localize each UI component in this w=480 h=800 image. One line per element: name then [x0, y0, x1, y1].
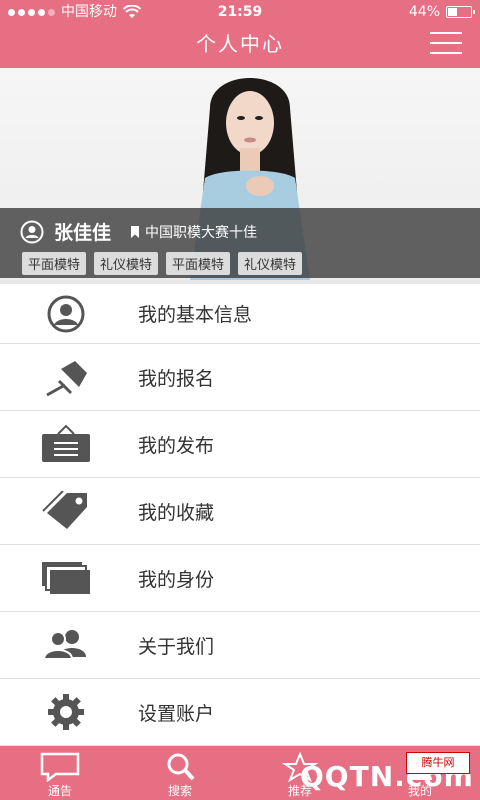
bookmark-icon	[131, 225, 140, 238]
page-title: 个人中心	[196, 32, 284, 56]
people-icon	[40, 625, 92, 665]
watermark-logo: 腾牛网	[406, 752, 470, 774]
menu-item-basic-info[interactable]: 我的基本信息	[0, 280, 480, 344]
battery-percent: 44%	[408, 4, 440, 20]
tag: 平面模特	[166, 252, 231, 275]
header-bar: 中国移动 21:59 44% 个人中心	[0, 0, 480, 68]
tag-icon	[40, 491, 92, 531]
tab-notices[interactable]: 通告	[0, 746, 120, 800]
menu-item-label: 我的基本信息	[138, 304, 253, 326]
menu-item-label: 我的发布	[138, 434, 215, 457]
user-honor: 中国职模大赛十佳	[145, 224, 258, 241]
menu-item-favorites[interactable]: 我的收藏	[0, 478, 480, 545]
user-circle-icon	[40, 294, 92, 334]
status-right: 44%	[408, 0, 475, 24]
hamburger-menu-button[interactable]	[430, 32, 462, 56]
menu-item-identity[interactable]: 我的身份	[0, 545, 480, 612]
menu-list: 我的基本信息 我的报名 我的发布 我的收藏 我的身份 关于我们 设置账户	[0, 280, 480, 746]
pin-icon	[40, 357, 92, 397]
menu-item-label: 关于我们	[138, 635, 215, 658]
menu-item-label: 我的报名	[138, 367, 215, 390]
tag: 平面模特	[22, 252, 87, 275]
user-tags: 平面模特 礼仪模特 平面模特 礼仪模特	[22, 252, 303, 275]
user-circle-icon	[20, 220, 44, 243]
menu-item-account-settings[interactable]: 设置账户	[0, 679, 480, 746]
battery-icon	[446, 6, 475, 18]
user-name: 张佳佳	[54, 222, 112, 244]
menu-item-label: 设置账户	[138, 702, 215, 725]
menu-item-about-us[interactable]: 关于我们	[0, 612, 480, 679]
profile-hero: 张佳佳 中国职模大赛十佳 平面模特 礼仪模特 平面模特 礼仪模特	[0, 68, 480, 280]
status-bar: 中国移动 21:59 44%	[0, 0, 480, 24]
tab-label: 通告	[47, 784, 72, 798]
gear-icon	[40, 692, 92, 732]
tab-bar: 通告 搜索 推荐 我的 QQTN.com 腾牛网	[0, 746, 480, 800]
user-row: 张佳佳 中国职模大赛十佳	[20, 218, 257, 245]
tag: 礼仪模特	[238, 252, 303, 275]
menu-item-label: 我的收藏	[138, 501, 215, 524]
cards-icon	[40, 558, 92, 598]
menu-item-label: 我的身份	[138, 568, 215, 591]
menu-item-signup[interactable]: 我的报名	[0, 344, 480, 411]
tag: 礼仪模特	[94, 252, 159, 275]
search-icon	[167, 753, 195, 781]
board-icon	[40, 424, 92, 464]
tab-search[interactable]: 搜索	[120, 746, 240, 800]
profile-info-overlay: 张佳佳 中国职模大赛十佳 平面模特 礼仪模特 平面模特 礼仪模特	[0, 208, 480, 278]
menu-item-posts[interactable]: 我的发布	[0, 411, 480, 478]
chat-icon	[40, 752, 80, 782]
tab-label: 搜索	[167, 784, 192, 798]
